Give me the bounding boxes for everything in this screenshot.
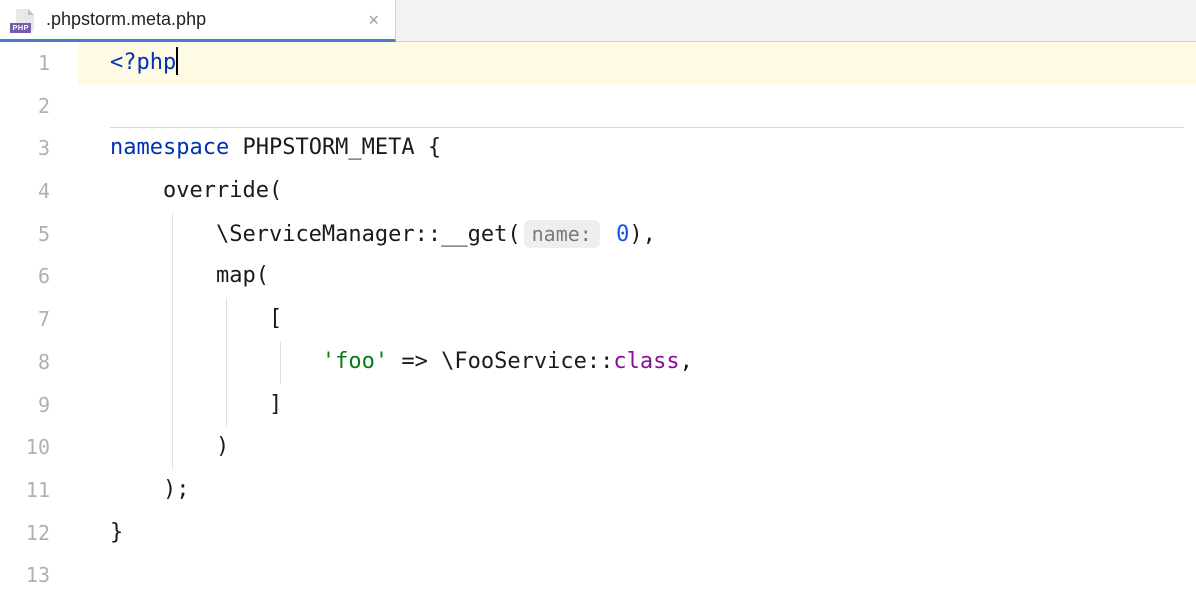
function-call: override( (163, 178, 282, 203)
statement-end: ); (163, 477, 190, 502)
indent-guide (226, 384, 227, 427)
string-literal: 'foo' (322, 349, 388, 374)
code-line[interactable]: ); (110, 469, 1196, 512)
line-number: 13 (0, 554, 78, 597)
indent-guide (226, 341, 227, 384)
text-cursor (176, 47, 178, 75)
code-area[interactable]: <?php namespace PHPSTORM_META { override… (78, 42, 1196, 598)
code-line[interactable] (110, 85, 1196, 128)
line-number: 5 (0, 213, 78, 256)
paren: ) (216, 434, 229, 459)
indent-guide (172, 213, 173, 256)
code-line[interactable]: 'foo' => \FooService::class, (110, 341, 1196, 384)
namespace-name: PHPSTORM_META (242, 135, 414, 160)
code-line[interactable]: map( (110, 255, 1196, 298)
line-gutter: 1 2 3 4 5 6 7 8 9 10 11 12 13 (0, 42, 78, 598)
code-line[interactable]: namespace PHPSTORM_META { (110, 127, 1196, 170)
indent-guide (280, 341, 281, 384)
bracket: [ (269, 306, 282, 331)
line-number: 8 (0, 341, 78, 384)
line-number: 9 (0, 384, 78, 427)
code-line[interactable]: } (110, 512, 1196, 555)
class-ref: \ServiceManager (216, 222, 415, 247)
parameter-hint: name: (524, 220, 600, 248)
tab-filename: .phpstorm.meta.php (46, 9, 206, 30)
line-number: 10 (0, 426, 78, 469)
function-call: map( (216, 263, 269, 288)
indent-guide (172, 255, 173, 298)
line-number: 11 (0, 469, 78, 512)
brace: } (110, 520, 123, 545)
code-line[interactable]: ] (110, 384, 1196, 427)
indent-guide (226, 298, 227, 341)
indent-guide (172, 341, 173, 384)
tab-bar: PHP .phpstorm.meta.php × (0, 0, 1196, 42)
code-line[interactable] (110, 554, 1196, 597)
php-open-tag: <?php (110, 50, 176, 75)
php-file-icon: PHP (12, 8, 36, 32)
indent-guide (172, 426, 173, 469)
line-number: 2 (0, 85, 78, 128)
code-line[interactable]: ) (110, 426, 1196, 469)
line-number: 4 (0, 170, 78, 213)
code-line[interactable]: [ (110, 298, 1196, 341)
line-number: 12 (0, 512, 78, 555)
bracket: ] (269, 392, 282, 417)
line-number: 7 (0, 298, 78, 341)
indent-guide (172, 298, 173, 341)
line-number: 3 (0, 127, 78, 170)
close-icon[interactable]: × (368, 11, 379, 29)
keyword: namespace (110, 135, 229, 160)
number-literal: 0 (616, 222, 629, 247)
editor-tab[interactable]: PHP .phpstorm.meta.php × (0, 0, 396, 42)
code-editor[interactable]: 1 2 3 4 5 6 7 8 9 10 11 12 13 <?php name… (0, 42, 1196, 598)
class-constant: class (613, 349, 679, 374)
line-number: 6 (0, 255, 78, 298)
code-line[interactable]: override( (110, 170, 1196, 213)
code-line[interactable]: <?php (78, 42, 1196, 85)
class-ref: \FooService (441, 349, 587, 374)
separator-line (110, 127, 1184, 128)
line-number: 1 (0, 42, 78, 85)
indent-guide (172, 384, 173, 427)
code-line[interactable]: \ServiceManager::__get(name: 0), (110, 213, 1196, 256)
